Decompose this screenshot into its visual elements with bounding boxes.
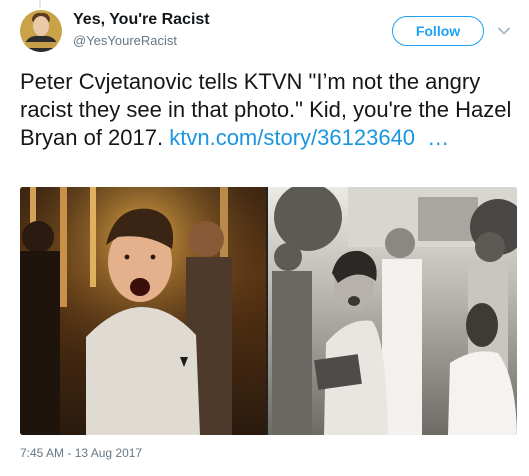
avatar-face: [33, 16, 49, 36]
tweet-text: Peter Cvjetanovic tells KTVN "I’m not th…: [20, 68, 520, 152]
tweet-link[interactable]: ktvn.com/story/36123640 …: [169, 125, 449, 150]
photo-left-illustration: [20, 187, 266, 435]
follow-button[interactable]: Follow: [392, 16, 484, 46]
author-handle[interactable]: @YesYoureRacist: [73, 33, 177, 48]
photo-right-illustration: [272, 187, 517, 435]
chevron-down-icon[interactable]: [497, 24, 511, 38]
author-name[interactable]: Yes, You're Racist: [73, 11, 210, 29]
avatar-band: [20, 42, 62, 48]
avatar[interactable]: [20, 10, 62, 52]
thread-line: [39, 0, 41, 8]
photo-right[interactable]: [268, 187, 517, 435]
photo-left[interactable]: [20, 187, 266, 435]
media-grid[interactable]: [20, 187, 517, 435]
tweet-timestamp[interactable]: 7:45 AM - 13 Aug 2017: [20, 446, 142, 460]
